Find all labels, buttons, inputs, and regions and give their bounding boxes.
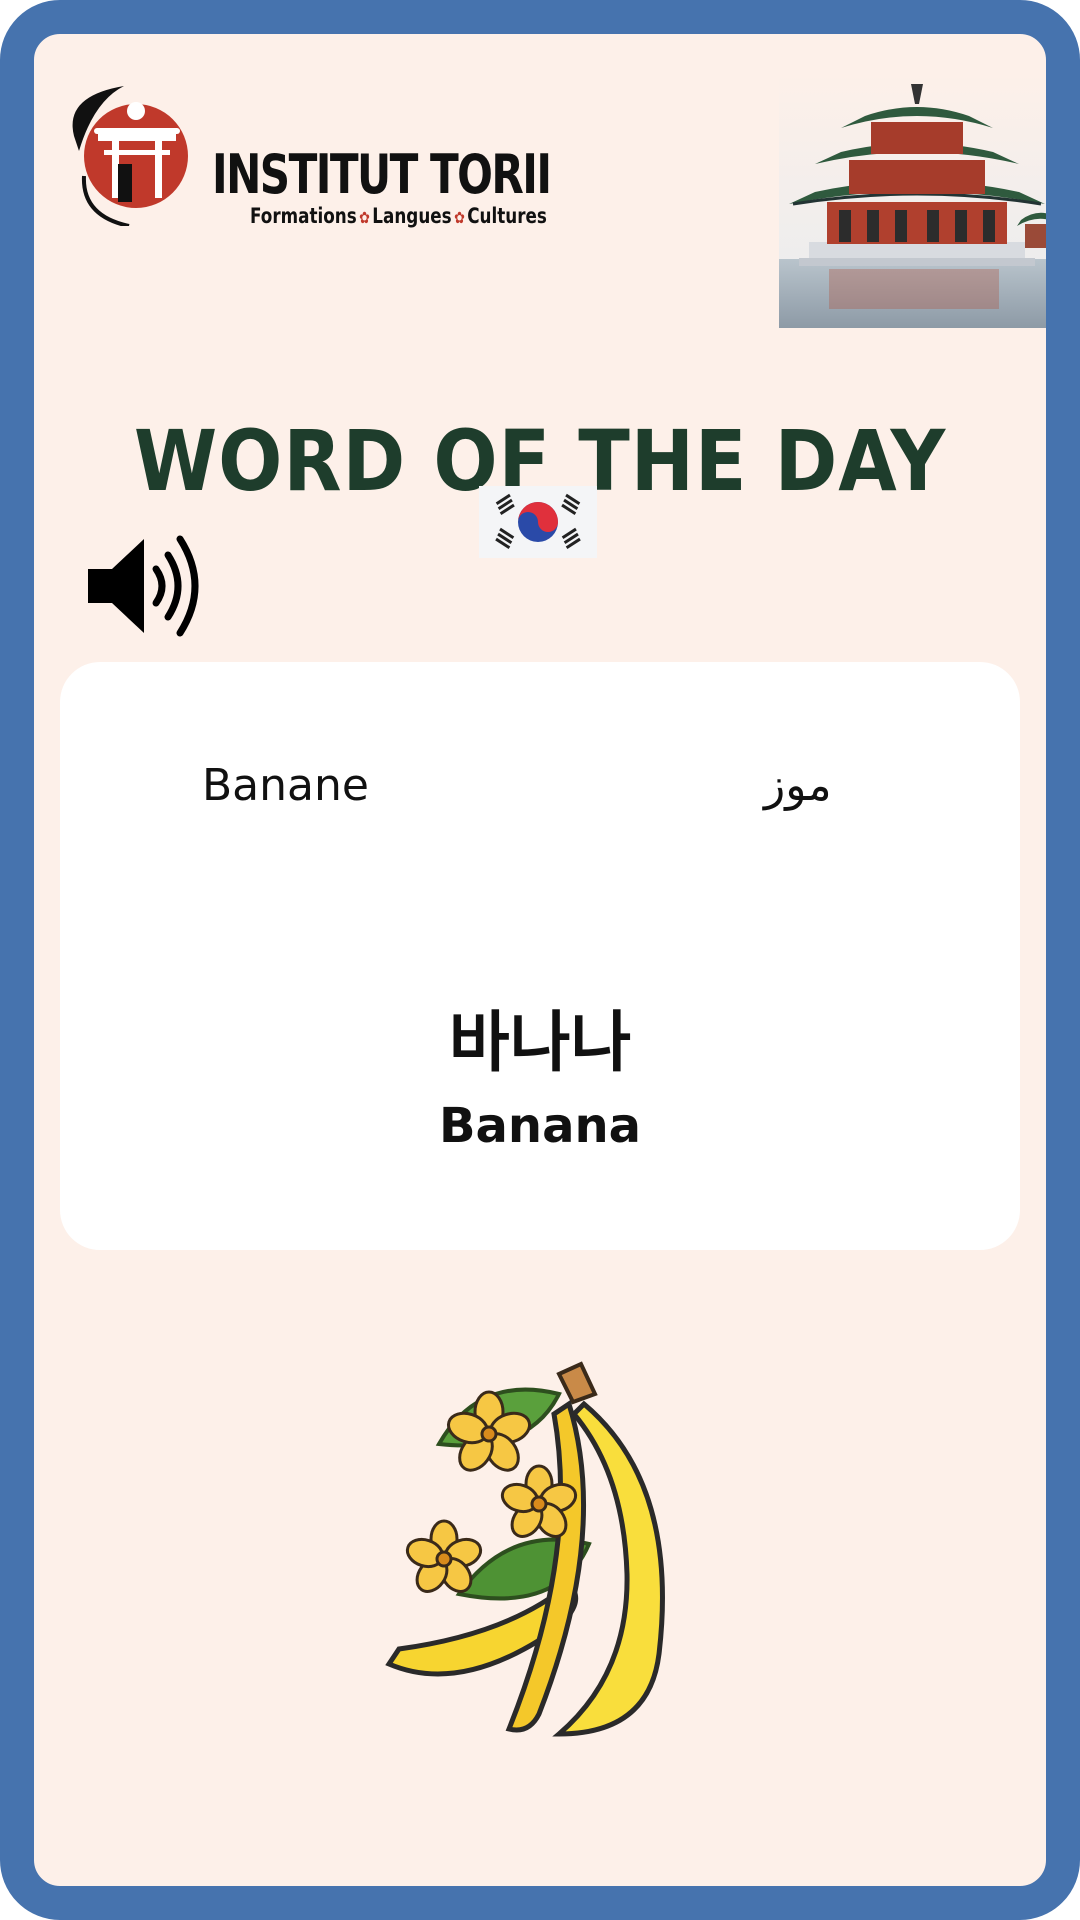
flower-separator-icon: ✿ — [359, 208, 370, 227]
word-card — [60, 662, 1020, 1250]
tagline-cultures: Cultures — [467, 204, 547, 228]
banana-bunch-icon — [385, 1361, 665, 1737]
korean-word: 바나나 — [448, 1004, 632, 1081]
card-frame: INSTITUT TORII Formations ✿ Langues ✿ Cultur… — [0, 0, 1080, 1920]
french-translation: Banane — [202, 760, 369, 811]
south-korea-flag-icon — [479, 486, 597, 558]
tagline-langues: Langues — [372, 204, 452, 228]
flower-separator-icon: ✿ — [454, 208, 465, 227]
arabic-translation: موز — [764, 760, 832, 811]
brand-logo: INSTITUT TORII Formations ✿ Langues ✿ Cultur… — [54, 76, 552, 228]
torii-logo-icon — [72, 86, 188, 226]
tagline-formations: Formations — [250, 204, 357, 228]
brand-name: INSTITUT TORII — [212, 143, 552, 206]
speaker-icon[interactable] — [86, 531, 206, 641]
brand-tagline: Formations ✿ Langues ✿ Cultures — [250, 204, 547, 228]
english-translation: Banana — [438, 1098, 642, 1154]
korean-pagoda-image — [779, 74, 1046, 328]
